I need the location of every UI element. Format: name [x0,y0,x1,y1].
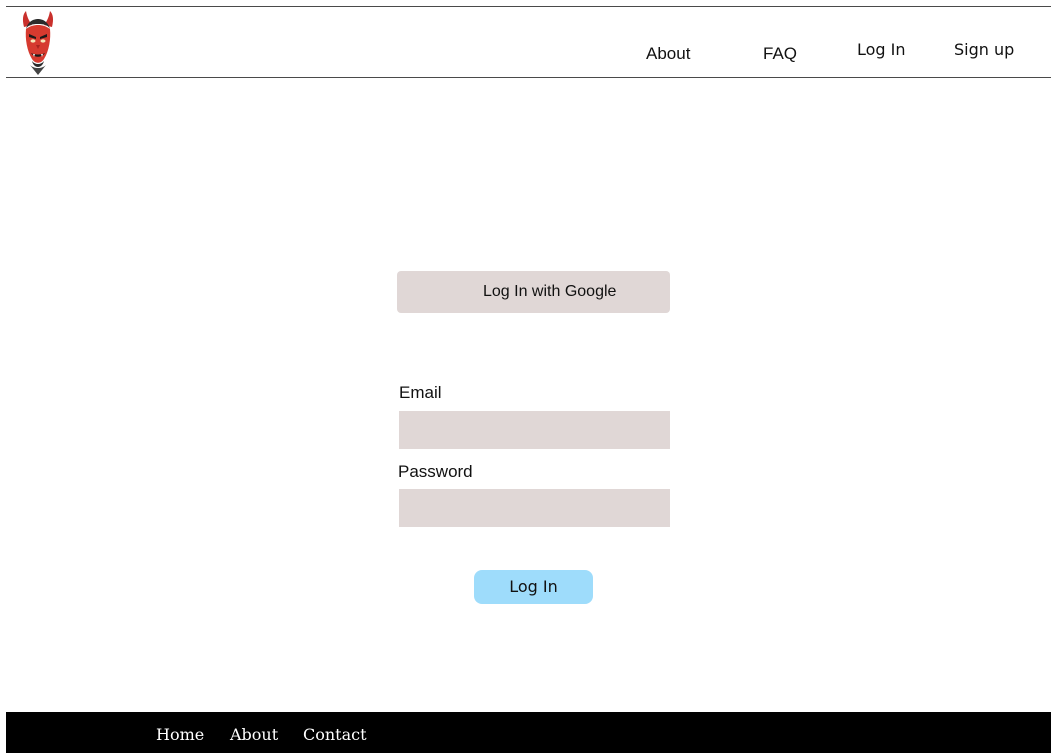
login-button[interactable]: Log In [474,570,593,604]
email-input[interactable] [399,411,670,449]
site-header: About FAQ Log In Sign up [6,6,1051,78]
nav-signup-link[interactable]: Sign up [954,40,1014,60]
nav-faq-link[interactable]: FAQ [763,44,797,64]
google-login-label: Log In with Google [483,283,617,300]
login-page: About FAQ Log In Sign up Log In with Goo… [0,0,1051,753]
nav-login-link[interactable]: Log In [857,40,906,60]
footer-home-link[interactable]: Home [156,726,204,744]
password-input[interactable] [399,489,670,527]
site-footer: Home About Contact [6,712,1051,753]
email-label: Email [399,383,442,402]
password-label: Password [398,462,473,481]
login-button-label: Log In [509,577,558,596]
footer-about-link[interactable]: About [230,726,278,744]
nav-about-link[interactable]: About [646,44,690,64]
footer-contact-link[interactable]: Contact [303,726,367,744]
oni-mask-logo-icon[interactable] [20,9,56,77]
google-login-button[interactable]: Log In with Google [397,271,670,313]
